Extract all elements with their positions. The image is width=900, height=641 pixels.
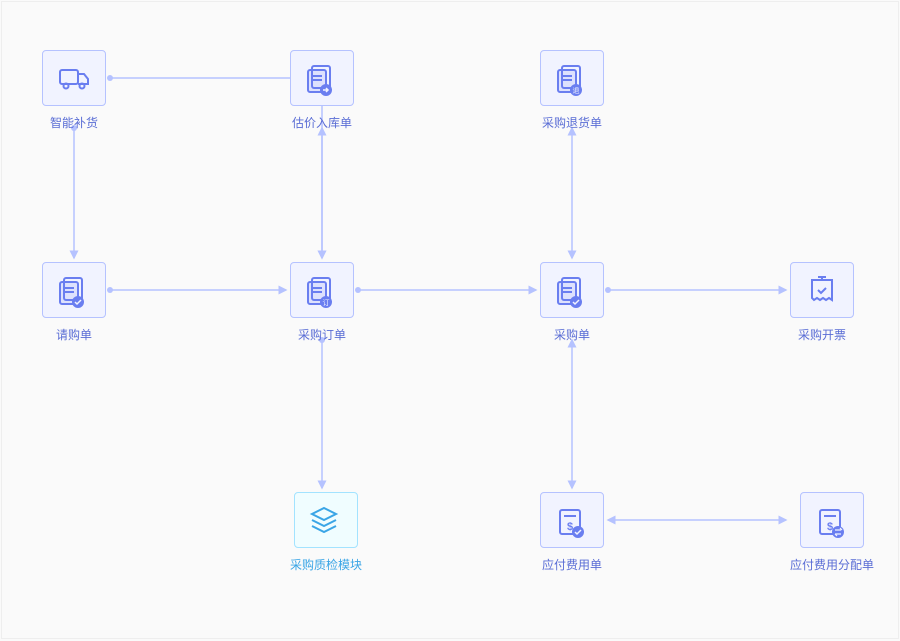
node-return_order[interactable]: 采购退货单 xyxy=(540,50,604,131)
node-label: 采购开票 xyxy=(798,326,846,343)
doc-check-icon xyxy=(42,262,106,318)
doc-dollar-icon xyxy=(540,492,604,548)
doc-swap-icon xyxy=(800,492,864,548)
node-label: 请购单 xyxy=(56,326,92,343)
connector-layer xyxy=(2,2,898,638)
node-label: 应付费用单 xyxy=(542,556,602,573)
node-label: 估价入库单 xyxy=(292,114,352,131)
layers-icon xyxy=(294,492,358,548)
node-label: 采购单 xyxy=(554,326,590,343)
doc-return-icon xyxy=(540,50,604,106)
doc-order-icon xyxy=(290,262,354,318)
node-invoice[interactable]: 采购开票 xyxy=(790,262,854,343)
node-purchase_req[interactable]: 请购单 xyxy=(42,262,106,343)
node-qc_module[interactable]: 采购质检模块 xyxy=(290,492,362,573)
node-smart_restock[interactable]: 智能补货 xyxy=(42,50,106,131)
doc-arrow-icon xyxy=(290,50,354,106)
node-label: 智能补货 xyxy=(50,114,98,131)
receipt-icon xyxy=(790,262,854,318)
node-ap_expense[interactable]: 应付费用单 xyxy=(540,492,604,573)
flow-canvas: 订 退 $ $ xyxy=(1,1,899,639)
node-ap_alloc[interactable]: 应付费用分配单 xyxy=(790,492,874,573)
node-label: 采购订单 xyxy=(298,326,346,343)
node-label: 采购质检模块 xyxy=(290,556,362,573)
node-label: 采购退货单 xyxy=(542,114,602,131)
node-purchase_slip[interactable]: 采购单 xyxy=(540,262,604,343)
doc-check-icon xyxy=(540,262,604,318)
truck-icon xyxy=(42,50,106,106)
node-label: 应付费用分配单 xyxy=(790,556,874,573)
node-est_inbound[interactable]: 估价入库单 xyxy=(290,50,354,131)
node-purchase_order[interactable]: 采购订单 xyxy=(290,262,354,343)
